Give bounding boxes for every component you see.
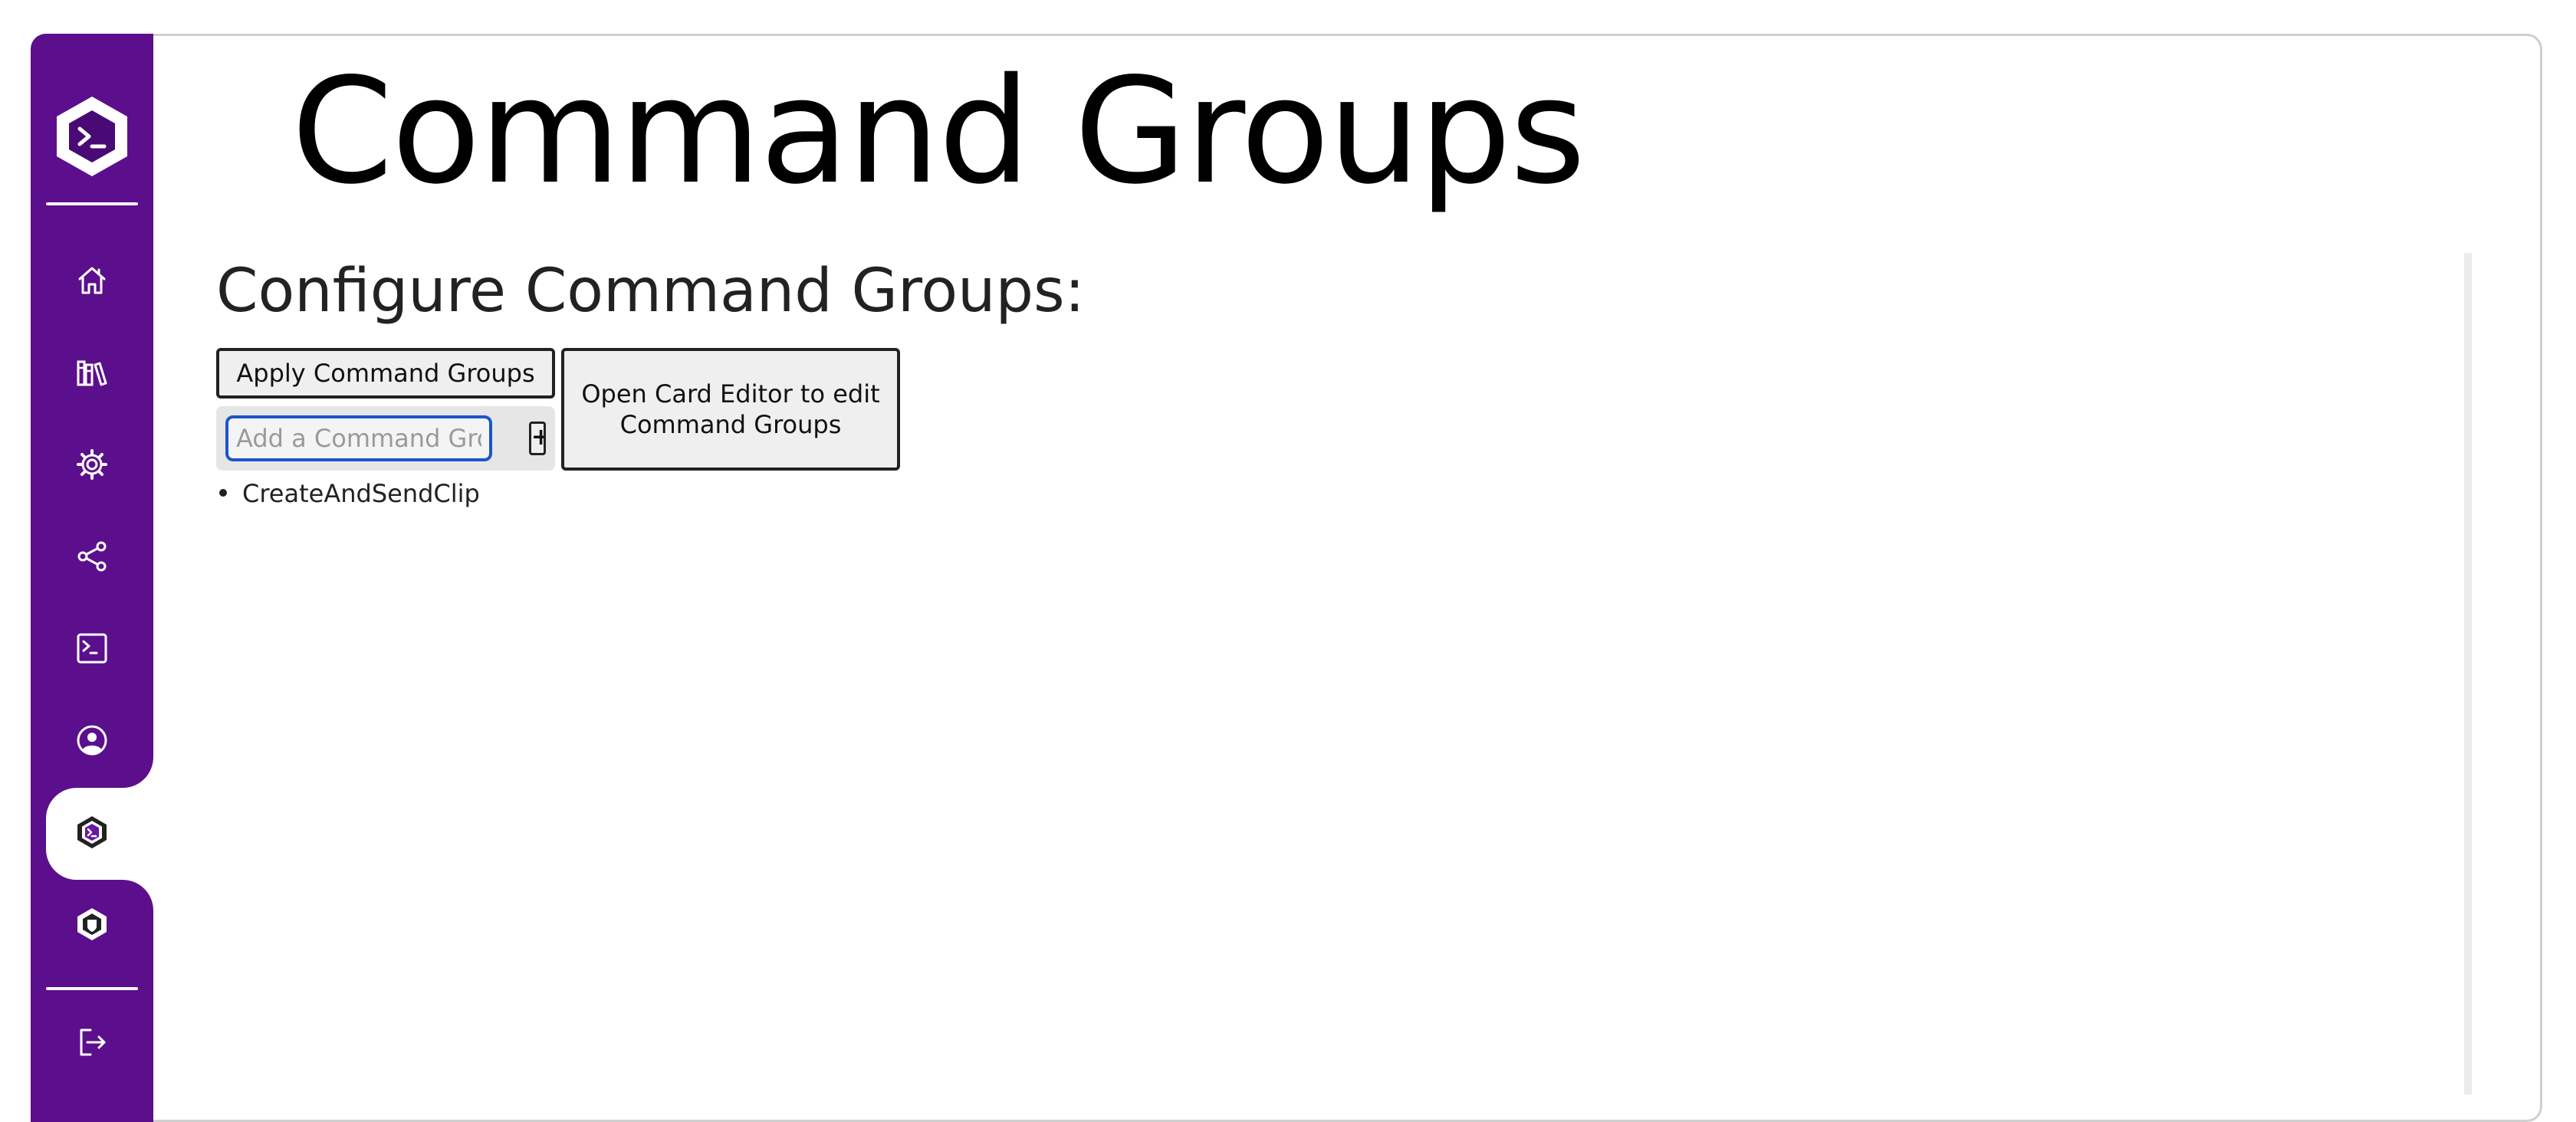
sidebar-divider-bottom (46, 987, 138, 990)
add-command-group-button[interactable]: + (529, 422, 546, 455)
open-card-editor-button[interactable]: Open Card Editor to edit Command Groups (561, 348, 900, 471)
library-icon (77, 360, 107, 386)
sidebar-item-library[interactable] (31, 326, 153, 418)
sidebar-item-share[interactable] (31, 510, 153, 602)
add-command-group-input[interactable] (225, 415, 492, 461)
command-groups-icon (77, 816, 107, 848)
apply-command-groups-button[interactable]: Apply Command Groups (216, 348, 555, 399)
settings-gear-icon (77, 449, 107, 480)
sidebar-item-shield[interactable] (31, 878, 153, 970)
shield-icon (77, 908, 107, 940)
home-icon (78, 267, 106, 294)
app-logo-icon[interactable] (46, 90, 138, 182)
command-group-list: CreateAndSendClip (216, 475, 480, 512)
logout-icon (80, 1028, 106, 1056)
list-item: CreateAndSendClip (216, 475, 480, 512)
share-icon (77, 541, 107, 572)
sidebar-item-command-groups[interactable] (31, 786, 153, 878)
sidebar-item-logout[interactable] (31, 996, 153, 1088)
section-title: Configure Command Groups: (216, 257, 1085, 326)
terminal-icon (77, 633, 107, 664)
sidebar-divider-top (46, 202, 138, 205)
sidebar-item-home[interactable] (31, 235, 153, 326)
add-command-group-row: + (216, 406, 555, 471)
user-circle-icon (77, 725, 107, 756)
sidebar-item-settings[interactable] (31, 418, 153, 510)
page-title: Command Groups (291, 47, 1585, 216)
scrollbar[interactable] (2464, 253, 2472, 1094)
sidebar-item-terminal[interactable] (31, 602, 153, 694)
bullet-icon (219, 489, 227, 497)
command-group-name[interactable]: CreateAndSendClip (242, 479, 480, 508)
